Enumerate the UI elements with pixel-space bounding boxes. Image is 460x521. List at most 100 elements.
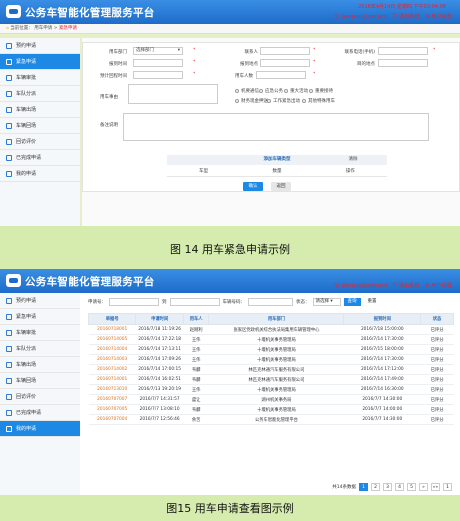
header-username[interactable]: gwcjerp@gwcjerp <box>342 283 388 289</box>
plate-input[interactable] <box>248 298 293 306</box>
figure-caption-14: 图 14 用车紧急申请示例 <box>170 243 290 256</box>
table-row[interactable]: 20160713010 2016/7/13 19:20:19 王伟 十堰机关事务管理局… <box>88 384 454 395</box>
user-settings-link[interactable]: 用户设置 <box>431 13 452 20</box>
reason-option[interactable]: 重要接待 <box>309 88 333 94</box>
dept-select[interactable]: 选择部门 ▾ <box>133 47 183 55</box>
reset-button[interactable]: 重置 <box>364 298 381 306</box>
app-no-to-input[interactable] <box>169 298 220 306</box>
table-row[interactable]: 20160718001 2016/7/18 11:19:26 赵刚利 张家区党政机关综… <box>88 324 454 335</box>
back-button[interactable]: 返回 <box>271 182 291 191</box>
breadcrumb-parent[interactable]: 用车申请 <box>34 26 52 31</box>
radio-button[interactable] <box>235 89 239 93</box>
table-row[interactable]: 20160714004 2016/7/14 17:13:11 王伟 十堰机关事务管理局… <box>88 344 454 355</box>
return-time-input[interactable] <box>133 71 183 79</box>
table-row[interactable]: 20160714005 2016/7/14 17:22:18 王伟 十堰机关事务管理局… <box>88 334 454 345</box>
sidebar-item-2[interactable]: 紧急申请 <box>0 54 80 70</box>
logout-link[interactable]: 退出系统 <box>399 13 420 20</box>
radio-button[interactable] <box>302 99 306 103</box>
breadcrumb-current: 紧急申请 <box>58 26 77 31</box>
sidebar-item-9[interactable]: 我的申请 <box>0 166 80 182</box>
sidebar-item-7[interactable]: 回访评价 <box>0 389 80 405</box>
sidebar-item-5[interactable]: 车辆出场 <box>0 102 80 118</box>
user-icon: ☺ <box>334 282 340 289</box>
table-row[interactable]: 20160714001 2016/7/14 16:02:51 韦麟 林匹克林通汽车服务… <box>88 374 454 385</box>
application-number-link[interactable]: 20160707007 <box>88 394 136 405</box>
table-row[interactable]: 20160707007 2016/7/7 14:31:57 虞让 湖州机关事务局 201… <box>88 394 454 405</box>
application-number-link[interactable]: 20160707005 <box>88 404 136 415</box>
app-no-from-input[interactable] <box>109 298 159 306</box>
sidebar-item-8[interactable]: 已完成申请 <box>0 150 80 166</box>
table-cell: 2016/7/18 15:00:00 <box>343 324 421 335</box>
last-page-button[interactable]: »» <box>431 483 440 491</box>
radio-button[interactable] <box>284 89 288 93</box>
start-time-input[interactable] <box>133 59 183 67</box>
logout-link[interactable]: 退出系统 <box>399 282 420 289</box>
sidebar-item-4[interactable]: 车队分派 <box>0 341 80 357</box>
next-page-button[interactable]: » <box>419 483 428 491</box>
clear-button[interactable]: 清除 <box>338 155 368 165</box>
nav-item-icon <box>6 362 12 368</box>
col-quantity: 数量 <box>272 169 282 174</box>
reason-option[interactable]: 重大活动 <box>284 88 308 94</box>
reason-option[interactable]: 财务现金押送 <box>235 98 268 104</box>
page-4-button[interactable]: 4 <box>395 483 404 491</box>
page-3-button[interactable]: 3 <box>383 483 392 491</box>
contact-input[interactable] <box>260 47 310 55</box>
page-2-button[interactable]: 2 <box>371 483 380 491</box>
sidebar-item-5[interactable]: 车辆出场 <box>0 357 80 373</box>
sidebar-item-4[interactable]: 车队分派 <box>0 86 80 102</box>
table-row[interactable]: 20160707005 2016/7/7 13:08:10 韦麟 十堰机关事务管理局 2… <box>88 404 454 415</box>
table-row[interactable]: 20160707004 2016/7/7 12:56:46 余苦 公务车智能化管理平台… <box>88 414 454 425</box>
status-select[interactable]: 请选择 ▾ <box>312 298 341 306</box>
sidebar-item-2[interactable]: 紧急申请 <box>0 309 80 325</box>
report-place-input[interactable] <box>260 59 310 67</box>
radio-button[interactable] <box>259 89 263 93</box>
table-row[interactable]: 20160714002 2016/7/14 17:00:15 韦麟 林匹克林通汽车服务… <box>88 364 454 375</box>
application-number-link[interactable]: 20160714001 <box>88 374 136 385</box>
reason-option[interactable]: 工作紧急出动 <box>267 98 300 104</box>
sidebar-item-8[interactable]: 已完成申请 <box>0 405 80 421</box>
reason-option[interactable]: 其他特殊用车 <box>302 98 335 104</box>
sidebar-item-3[interactable]: 车辆审批 <box>0 70 80 86</box>
sidebar-item-9[interactable]: 我的申请 <box>0 421 80 437</box>
column-header: 单据号 <box>87 313 137 325</box>
sidebar-item-6[interactable]: 车辆回场 <box>0 118 80 134</box>
settings-icon[interactable]: ⚙ <box>425 283 430 289</box>
remark-textarea[interactable] <box>123 113 429 141</box>
submit-button[interactable]: 确认 <box>243 182 263 191</box>
sidebar-item-1[interactable]: 预约申请 <box>0 38 80 54</box>
sidebar-item-3[interactable]: 车辆审批 <box>0 325 80 341</box>
table-cell: 十堰机关事务管理局 <box>208 344 344 355</box>
sidebar-item-1[interactable]: 预约申请 <box>0 293 80 309</box>
search-button[interactable]: 查询 <box>343 298 361 306</box>
application-number-link[interactable]: 20160718001 <box>88 324 136 335</box>
application-number-link[interactable]: 20160714005 <box>88 334 136 345</box>
radio-button[interactable] <box>309 89 313 93</box>
page-1-button[interactable]: 1 <box>359 483 368 491</box>
reason-textarea[interactable] <box>128 84 218 104</box>
application-number-link[interactable]: 20160714002 <box>88 364 136 375</box>
phone-input[interactable] <box>378 47 428 55</box>
table-cell: 2016/7/14 16:02:51 <box>135 374 184 385</box>
application-number-link[interactable]: 20160707004 <box>88 414 136 425</box>
table-row[interactable]: 20160714003 2016/7/14 17:09:26 王伟 十堰机关事务管理局… <box>88 354 454 365</box>
application-number-link[interactable]: 20160714004 <box>88 344 136 355</box>
sidebar-item-6[interactable]: 车辆回场 <box>0 373 80 389</box>
application-number-link[interactable]: 20160714003 <box>88 354 136 365</box>
reason-option[interactable]: 应急公务 <box>259 88 283 94</box>
destination-input[interactable] <box>378 59 428 67</box>
page-5-button[interactable]: 5 <box>407 483 416 491</box>
radio-button[interactable] <box>235 99 239 103</box>
settings-icon[interactable]: ⚙ <box>425 14 430 20</box>
application-number-link[interactable]: 20160713010 <box>88 384 136 395</box>
sidebar-item-7[interactable]: 回访评价 <box>0 134 80 150</box>
table-cell: 2016/7/18 11:19:26 <box>135 324 184 335</box>
user-settings-link[interactable]: 用户设置 <box>431 282 452 289</box>
radio-button[interactable] <box>267 99 271 103</box>
power-icon[interactable]: ⏻ <box>393 13 397 20</box>
reason-option[interactable]: 机要通信 <box>235 88 259 94</box>
page-size-select[interactable]: 1 <box>443 483 452 491</box>
people-count-input[interactable] <box>256 71 306 79</box>
header-username[interactable]: gwcjerp@gwcjerp <box>342 14 388 20</box>
power-icon[interactable]: ⏻ <box>393 282 397 289</box>
